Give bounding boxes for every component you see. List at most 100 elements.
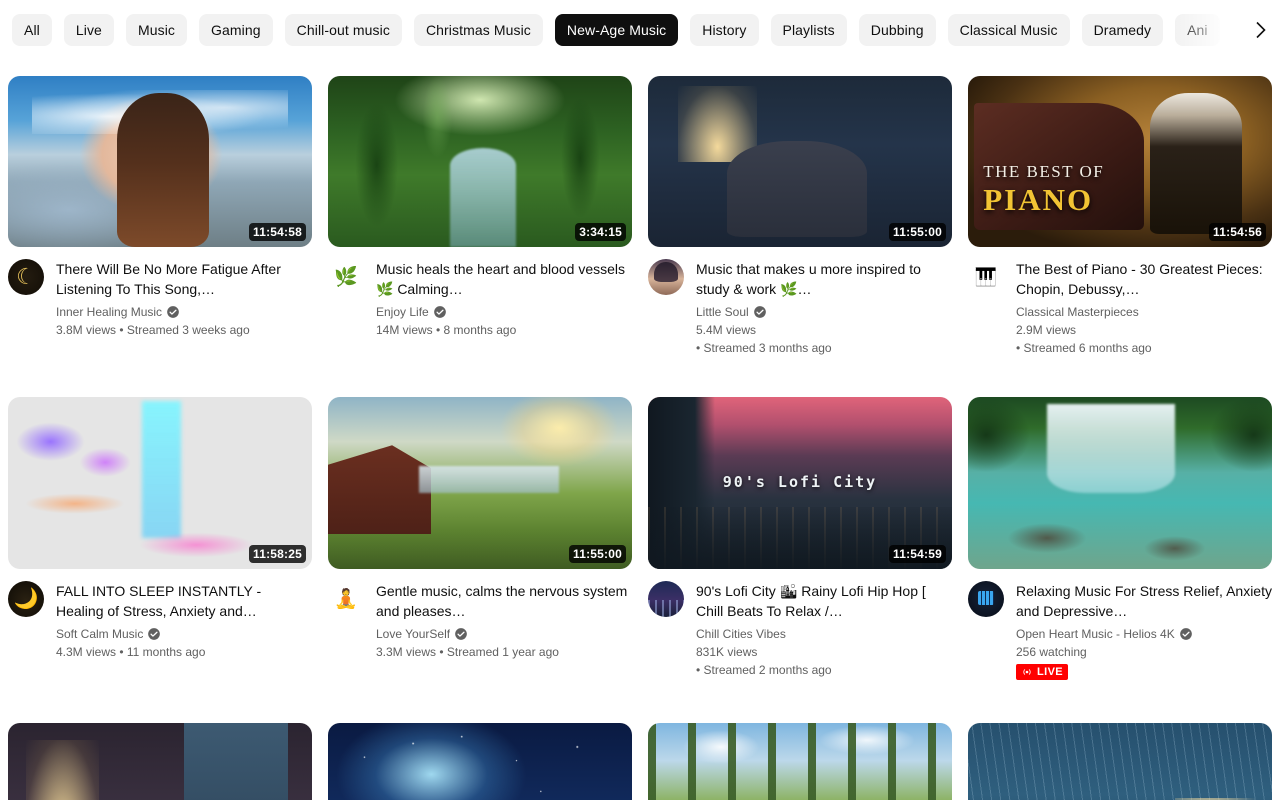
filter-chip-classical-music[interactable]: Classical Music (947, 14, 1070, 46)
video-stats: 5.4M views (696, 323, 757, 338)
video-meta: FALL INTO SLEEP INSTANTLY - Healing of S… (8, 569, 312, 661)
video-thumbnail[interactable] (328, 722, 632, 800)
video-meta-text: There Will Be No More Fatigue After List… (56, 259, 312, 339)
channel-name[interactable]: Classical Masterpieces (1016, 303, 1139, 321)
video-stats: 3.3M views • Streamed 1 year ago (376, 644, 559, 659)
channel-avatar[interactable] (648, 259, 684, 296)
filter-chip-live[interactable]: Live (63, 14, 114, 46)
filter-chip-gaming[interactable]: Gaming (199, 14, 273, 46)
channel-avatar[interactable] (8, 259, 44, 296)
filter-chip-christmas-music[interactable]: Christmas Music (413, 14, 543, 46)
thumbnail-artwork (328, 722, 632, 800)
channel-avatar[interactable] (8, 580, 44, 617)
video-thumbnail[interactable] (968, 722, 1272, 800)
thumbnail-artwork (968, 397, 1272, 569)
thumbnail-artwork (968, 722, 1272, 800)
video-title[interactable]: Relaxing Music For Stress Relief, Anxiet… (1016, 581, 1272, 621)
video-stats-secondary: • Streamed 2 months ago (696, 662, 832, 677)
filter-chip-music[interactable]: Music (125, 14, 188, 46)
channel-name[interactable]: Soft Calm Music (56, 625, 143, 643)
filter-chip-chill-out-music[interactable]: Chill-out music (284, 14, 402, 46)
video-title[interactable]: 90's Lofi City 🏙 Rainy Lofi Hip Hop [ Ch… (696, 581, 952, 621)
channel-avatar[interactable] (968, 580, 1004, 617)
video-stats-secondary: • Streamed 3 months ago (696, 341, 832, 356)
channel-row[interactable]: Little Soul (696, 303, 952, 321)
video-card[interactable] (968, 722, 1272, 800)
channel-name[interactable]: Inner Healing Music (56, 303, 162, 321)
channel-name[interactable]: Little Soul (696, 303, 749, 321)
video-card[interactable] (648, 722, 952, 800)
video-duration-badge: 11:54:59 (889, 544, 946, 563)
channel-row[interactable]: Enjoy Life (376, 303, 632, 321)
video-stats: 256 watching (1016, 644, 1087, 659)
video-duration-badge: 11:58:25 (249, 544, 306, 563)
filter-chip-ani[interactable]: Ani (1175, 14, 1220, 46)
video-thumbnail[interactable]: 11:58:25 (8, 397, 312, 569)
filter-chip-playlists[interactable]: Playlists (770, 14, 847, 46)
video-duration-badge: 11:54:58 (249, 223, 306, 242)
filter-chip-history[interactable]: History (690, 14, 759, 46)
channel-name[interactable]: Open Heart Music - Helios 4K (1016, 625, 1175, 643)
verified-badge-icon (147, 627, 161, 641)
thumbnail-artwork (648, 722, 952, 800)
channel-row[interactable]: Inner Healing Music (56, 303, 312, 321)
video-thumbnail[interactable]: 11:54:58 (8, 76, 312, 248)
video-thumbnail[interactable]: 90's Lofi City 11:54:59 (648, 397, 952, 569)
video-card[interactable]: Relaxing Music For Stress Relief, Anxiet… (968, 397, 1272, 682)
filter-chip-new-age-music[interactable]: New-Age Music (554, 14, 679, 46)
live-badge-label: LIVE (1037, 665, 1064, 678)
channel-name[interactable]: Love YourSelf (376, 625, 450, 643)
channel-row[interactable]: Chill Cities Vibes (696, 625, 952, 643)
video-thumbnail[interactable]: 11:55:00 (328, 397, 632, 569)
video-duration-badge: 3:34:15 (575, 223, 626, 242)
video-thumbnail[interactable]: THE BEST OF PIANO 11:54:56 (968, 76, 1272, 248)
filter-chip-dramedy[interactable]: Dramedy (1081, 14, 1164, 46)
video-stats: 4.3M views • 11 months ago (56, 644, 206, 659)
video-card[interactable]: THE BEST OFPIANO 11:54:56 The Best of Pian… (968, 76, 1272, 357)
thumbnail-artwork (8, 722, 312, 800)
channel-row[interactable]: Love YourSelf (376, 625, 632, 643)
video-card[interactable]: 11:54:58 There Will Be No More Fatigue Af… (8, 76, 312, 357)
channel-avatar[interactable] (648, 580, 684, 617)
video-thumbnail[interactable]: 3:34:15 (328, 76, 632, 248)
video-title[interactable]: FALL INTO SLEEP INSTANTLY - Healing of S… (56, 581, 312, 621)
filter-chips-scroller[interactable]: All Live Music Gaming Chill-out music Christm… (0, 14, 1220, 46)
video-meta: Gentle music, calms the nervous system a… (328, 569, 632, 661)
thumbnail-artwork (8, 397, 312, 569)
channel-avatar[interactable] (968, 259, 1004, 296)
channel-row[interactable]: Open Heart Music - Helios 4K (1016, 625, 1272, 643)
channel-name[interactable]: Chill Cities Vibes (696, 625, 786, 643)
video-title[interactable]: The Best of Piano - 30 Greatest Pieces: … (1016, 259, 1272, 299)
video-card[interactable]: 11:55:00 Music that makes u more inspired… (648, 76, 952, 357)
video-thumbnail[interactable] (648, 722, 952, 800)
channel-row[interactable]: Classical Masterpieces (1016, 303, 1272, 321)
video-title[interactable]: Music that makes u more inspired to stud… (696, 259, 952, 299)
video-card[interactable]: 90's Lofi City 11:54:59 90's Lofi City 🏙 R… (648, 397, 952, 682)
thumbnail-artwork (8, 76, 312, 248)
chips-next-button[interactable] (1240, 0, 1280, 60)
video-title[interactable]: Gentle music, calms the nervous system a… (376, 581, 632, 621)
video-meta-text: Relaxing Music For Stress Relief, Anxiet… (1016, 581, 1272, 683)
verified-badge-icon (753, 305, 767, 319)
video-card[interactable] (8, 722, 312, 800)
video-meta-text: Music that makes u more inspired to stud… (696, 259, 952, 357)
channel-avatar[interactable] (328, 580, 364, 617)
video-card[interactable]: 3:34:15 Music heals the heart and blood v… (328, 76, 632, 357)
video-stats: 14M views • 8 months ago (376, 323, 517, 338)
video-title[interactable]: There Will Be No More Fatigue After List… (56, 259, 312, 299)
video-card[interactable]: 11:58:25 FALL INTO SLEEP INSTANTLY - Heal… (8, 397, 312, 682)
channel-name[interactable]: Enjoy Life (376, 303, 429, 321)
channel-avatar[interactable] (328, 259, 364, 296)
video-thumbnail[interactable] (968, 397, 1272, 569)
video-card[interactable]: 11:55:00 Gentle music, calms the nervous … (328, 397, 632, 682)
filter-chip-all[interactable]: All (12, 14, 52, 46)
video-card[interactable] (328, 722, 632, 800)
video-duration-badge: 11:55:00 (569, 544, 626, 563)
video-meta-text: 90's Lofi City 🏙 Rainy Lofi Hip Hop [ Ch… (696, 581, 952, 679)
video-thumbnail[interactable] (8, 722, 312, 800)
channel-row[interactable]: Soft Calm Music (56, 625, 312, 643)
video-thumbnail[interactable]: 11:55:00 (648, 76, 952, 248)
video-title[interactable]: Music heals the heart and blood vessels🌿… (376, 259, 632, 299)
video-meta-text: Music heals the heart and blood vessels🌿… (376, 259, 632, 339)
filter-chip-dubbing[interactable]: Dubbing (858, 14, 936, 46)
